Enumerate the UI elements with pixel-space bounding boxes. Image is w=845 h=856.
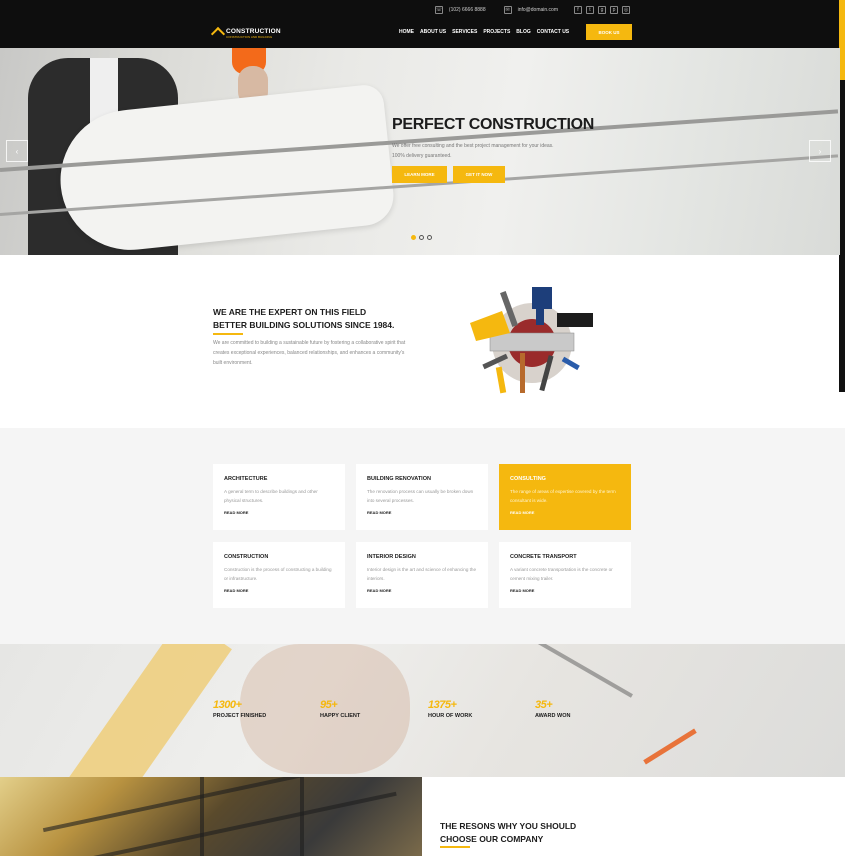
- about-text: We are committed to building a sustainab…: [213, 340, 406, 366]
- nav-blog[interactable]: BLOG: [516, 29, 530, 35]
- read-more-link[interactable]: READ MORE: [367, 510, 477, 515]
- service-title: CONSULTING: [510, 476, 546, 482]
- service-desc: A general term to describe buildings and…: [224, 489, 318, 503]
- about-heading: WE ARE THE EXPERT ON THIS FIELD BETTER B…: [213, 307, 395, 330]
- service-title: CONCRETE TRANSPORT: [510, 554, 577, 560]
- google-plus-icon[interactable]: g: [598, 6, 606, 14]
- learn-more-button[interactable]: LEARN MORE: [392, 166, 447, 183]
- service-desc: The renovation process can usually be br…: [367, 489, 474, 503]
- service-card[interactable]: BUILDING RENOVATION The renovation proce…: [356, 464, 488, 530]
- logo-text: CONSTRUCTION: [226, 28, 281, 35]
- stat-label: HAPPY CLIENT: [320, 713, 361, 719]
- pinterest-icon[interactable]: p: [610, 6, 618, 14]
- stats-section: 1300+ PROJECT FINISHED 95+ HAPPY CLIENT …: [0, 644, 845, 777]
- site-logo[interactable]: CONSTRUCTION CONSTRUCTION AND BUILDING: [210, 24, 281, 42]
- slider-dots: [411, 235, 432, 240]
- service-card[interactable]: CONCRETE TRANSPORT A variant concrete tr…: [499, 542, 631, 608]
- read-more-link[interactable]: READ MORE: [224, 588, 334, 593]
- nav-projects[interactable]: PROJECTS: [483, 29, 510, 35]
- stat-label: HOUR OF WORK: [428, 713, 473, 719]
- service-desc: The range of areas of expertise covered …: [510, 489, 616, 503]
- get-it-now-button[interactable]: GET IT NOW: [453, 166, 505, 183]
- construction-site-photo: [0, 777, 422, 856]
- service-card[interactable]: ARCHITECTURE A general term to describe …: [213, 464, 345, 530]
- stat-item: 1375+ HOUR OF WORK: [428, 699, 472, 719]
- service-card[interactable]: CONSTRUCTION Construction is the process…: [213, 542, 345, 608]
- stat-number: 35+: [535, 699, 553, 711]
- twitter-icon[interactable]: t: [586, 6, 594, 14]
- service-title: CONSTRUCTION: [224, 554, 269, 560]
- service-title: INTERIOR DESIGN: [367, 554, 416, 560]
- nav-services[interactable]: SERVICES: [452, 29, 477, 35]
- service-desc: Construction is the process of construct…: [224, 567, 332, 581]
- hero-slider: PERFECT CONSTRUCTION We offer free consu…: [0, 48, 840, 255]
- hero-title: PERFECT CONSTRUCTION: [392, 116, 595, 133]
- slider-dot-2[interactable]: [419, 235, 424, 240]
- stat-item: 35+ AWARD WON: [535, 699, 570, 719]
- service-desc: A variant concrete transportation is the…: [510, 567, 613, 581]
- email-address[interactable]: info@domain.com: [518, 7, 558, 13]
- house-roof-icon: [210, 26, 226, 42]
- services-section: ARCHITECTURE A general term to describe …: [0, 428, 845, 644]
- logo-tagline: CONSTRUCTION AND BUILDING: [226, 35, 273, 39]
- nav-about-us[interactable]: ABOUT US: [420, 29, 446, 35]
- main-nav: HOME ABOUT US SERVICES PROJECTS BLOG CON…: [399, 29, 569, 35]
- phone-number[interactable]: (102) 6666 8888: [449, 7, 486, 13]
- nav-home[interactable]: HOME: [399, 29, 414, 35]
- heading-underline: [440, 846, 470, 848]
- service-card[interactable]: INTERIOR DESIGN Interior design is the a…: [356, 542, 488, 608]
- stat-number: 1375+: [428, 699, 457, 711]
- read-more-link[interactable]: READ MORE: [367, 588, 477, 593]
- slider-dot-1[interactable]: [411, 235, 416, 240]
- stat-item: 1300+ PROJECT FINISHED: [213, 699, 266, 719]
- tools-illustration: [470, 287, 593, 394]
- stat-item: 95+ HAPPY CLIENT: [320, 699, 360, 719]
- stat-label: AWARD WON: [535, 713, 571, 719]
- service-card-highlighted[interactable]: CONSULTING The range of areas of experti…: [499, 464, 631, 530]
- read-more-link[interactable]: READ MORE: [510, 588, 620, 593]
- service-title: ARCHITECTURE: [224, 476, 268, 482]
- top-contact-bar: ☏ (102) 6666 8888 ✉ info@domain.com f t …: [434, 4, 630, 16]
- hero-text: We offer free consulting and the best pr…: [392, 143, 554, 159]
- service-desc: Interior design is the art and science o…: [367, 567, 477, 581]
- stat-number: 95+: [320, 699, 338, 711]
- heading-underline: [213, 333, 243, 335]
- mail-icon: ✉: [503, 6, 512, 14]
- site-header: ☏ (102) 6666 8888 ✉ info@domain.com f t …: [0, 0, 840, 48]
- service-title: BUILDING RENOVATION: [367, 476, 431, 482]
- facebook-icon[interactable]: f: [574, 6, 582, 14]
- slider-dot-3[interactable]: [427, 235, 432, 240]
- nav-contact-us[interactable]: CONTACT US: [537, 29, 569, 35]
- read-more-link[interactable]: READ MORE: [224, 510, 334, 515]
- slider-next-arrow-icon[interactable]: ›: [809, 140, 831, 162]
- slider-prev-arrow-icon[interactable]: ‹: [6, 140, 28, 162]
- page: ☏ (102) 6666 8888 ✉ info@domain.com f t …: [0, 0, 845, 856]
- instagram-icon[interactable]: ◎: [622, 6, 630, 14]
- why-choose-heading: THE RESONS WHY YOU SHOULD CHOOSE OUR COM…: [440, 821, 577, 844]
- phone-icon: ☏: [434, 6, 443, 14]
- read-more-link[interactable]: READ MORE: [510, 510, 620, 515]
- book-us-button[interactable]: BOOK US: [586, 24, 632, 40]
- stat-label: PROJECT FINISHED: [213, 713, 267, 719]
- social-links: f t g p ◎: [574, 6, 630, 14]
- stat-number: 1300+: [213, 699, 242, 711]
